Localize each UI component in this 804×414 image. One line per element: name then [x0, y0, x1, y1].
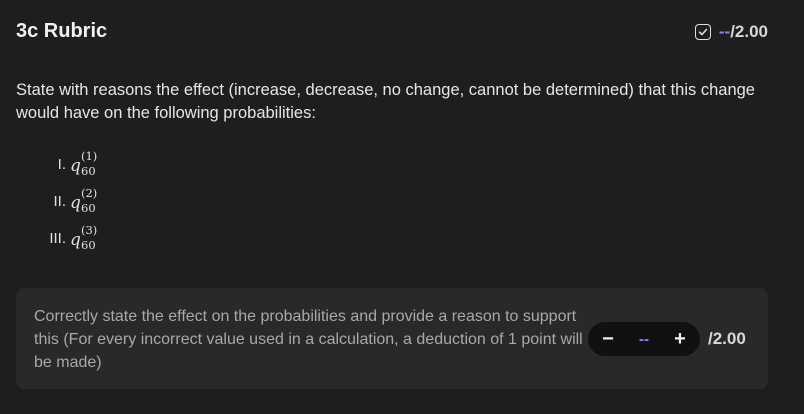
decrement-button[interactable]: −: [598, 329, 618, 349]
rubric-title: 3c Rubric: [16, 20, 108, 42]
score-value: --: [718, 22, 731, 41]
criterion-max-points: /2.00: [708, 329, 746, 348]
checkbox-icon[interactable]: [694, 24, 711, 40]
increment-button[interactable]: +: [670, 329, 690, 349]
criterion-description: Correctly state the effect on the probab…: [34, 308, 583, 371]
points-stepper[interactable]: − -- +: [588, 322, 700, 356]
rubric-score: --/2.00: [694, 22, 768, 42]
list-item: II. q (2) 60: [46, 183, 104, 220]
checkmark-icon: [698, 28, 708, 36]
list-numeral: I.: [57, 156, 66, 173]
probability-list: I. q (1) 60 II. q (2) 60 III. q (3) 60: [46, 146, 104, 257]
list-item: I. q (1) 60: [46, 146, 104, 183]
probability-symbol: q (2) 60: [70, 185, 98, 215]
list-item: III. q (3) 60: [46, 220, 104, 257]
rubric-criterion-card: Correctly state the effect on the probab…: [16, 288, 768, 389]
question-text: State with reasons the effect (increase,…: [16, 81, 755, 122]
probability-symbol: q (3) 60: [70, 222, 98, 252]
points-value[interactable]: --: [639, 331, 649, 348]
probability-symbol: q (1) 60: [70, 148, 98, 178]
list-numeral: III.: [49, 230, 66, 247]
rubric-panel: 3c Rubric --/2.00 State with reasons the…: [0, 0, 804, 414]
score-max: /2.00: [730, 22, 768, 41]
list-numeral: II.: [53, 193, 66, 210]
